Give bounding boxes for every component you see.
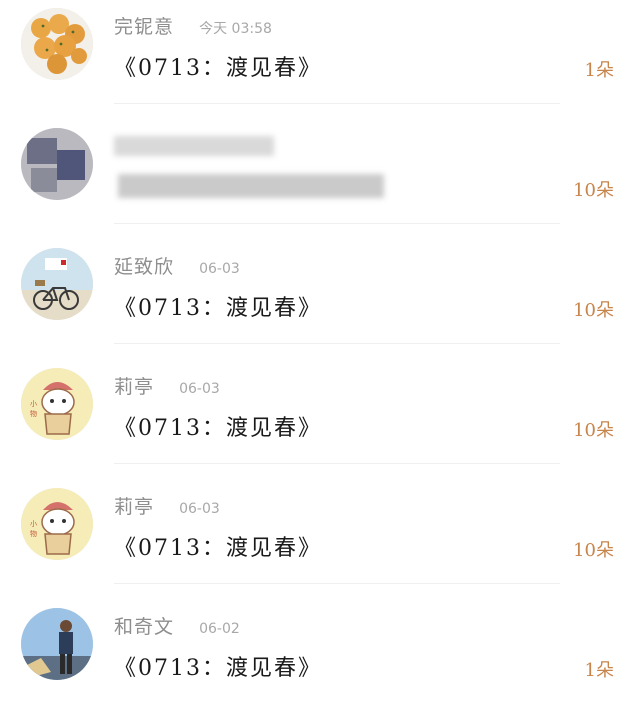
divider [114,343,560,344]
list-item[interactable]: 10朵 [0,120,640,240]
timestamp: 06-03 [179,501,220,517]
avatar[interactable] [21,248,93,320]
list-item[interactable]: 完铌意 今天 03:58 《0713：渡见春》 1朵 [0,0,640,120]
person-outdoors-avatar-image [21,608,93,680]
sender-name[interactable]: 莉亭 [114,496,154,518]
avatar[interactable]: 小 物 [21,488,93,560]
divider [114,583,560,584]
sender-name[interactable]: 莉亭 [114,376,154,398]
flower-count: 1朵 [584,60,614,81]
svg-text:物: 物 [30,409,37,418]
timestamp: 今天 03:58 [199,21,272,37]
list-item[interactable]: 小 物 莉亭 06-03 《0713：渡见春》 10朵 [0,480,640,600]
list-item[interactable]: 小 物 莉亭 06-03 《0713：渡见春》 10朵 [0,360,640,480]
sender-name[interactable]: 和奇文 [114,616,174,638]
flower-count: 10朵 [573,420,614,441]
timestamp: 06-02 [199,621,240,637]
item-meta: 和奇文 06-02 [114,612,240,638]
bicycle-scene-avatar-image [21,248,93,320]
flower-count: 1朵 [584,660,614,681]
redacted-message-block [118,174,384,198]
divider [114,223,560,224]
avatar[interactable] [21,8,93,80]
redacted-name-block [114,136,274,156]
message-text: 《0713：渡见春》 [114,656,322,681]
svg-text:小: 小 [30,519,37,528]
gift-record-list: 完铌意 今天 03:58 《0713：渡见春》 1朵 10朵 延致欣 06-03… [0,0,640,718]
cartoon-cat-avatar-image: 小 物 [21,488,93,560]
svg-text:小: 小 [30,399,37,408]
sender-name[interactable]: 完铌意 [114,16,174,38]
flower-count: 10朵 [573,540,614,561]
item-meta: 延致欣 06-03 [114,252,240,278]
item-meta: 莉亭 06-03 [114,492,220,518]
avatar[interactable] [21,608,93,680]
list-item[interactable]: 和奇文 06-02 《0713：渡见春》 1朵 [0,600,640,720]
timestamp: 06-03 [179,381,220,397]
message-text: 《0713：渡见春》 [114,416,322,441]
flower-count: 10朵 [573,300,614,321]
blurred-avatar-image [21,128,93,200]
avatar[interactable] [21,128,93,200]
sender-name[interactable]: 延致欣 [114,256,174,278]
item-meta: 莉亭 06-03 [114,372,220,398]
avatar[interactable]: 小 物 [21,368,93,440]
svg-text:物: 物 [30,529,37,538]
flower-count: 10朵 [573,180,614,201]
divider [114,103,560,104]
cartoon-cat-avatar-image: 小 物 [21,368,93,440]
food-balls-avatar-image [21,8,93,80]
message-text: 《0713：渡见春》 [114,296,322,321]
message-text: 《0713：渡见春》 [114,56,322,81]
message-text: 《0713：渡见春》 [114,536,322,561]
item-meta: 完铌意 今天 03:58 [114,12,272,38]
list-item[interactable]: 延致欣 06-03 《0713：渡见春》 10朵 [0,240,640,360]
divider [114,463,560,464]
timestamp: 06-03 [199,261,240,277]
